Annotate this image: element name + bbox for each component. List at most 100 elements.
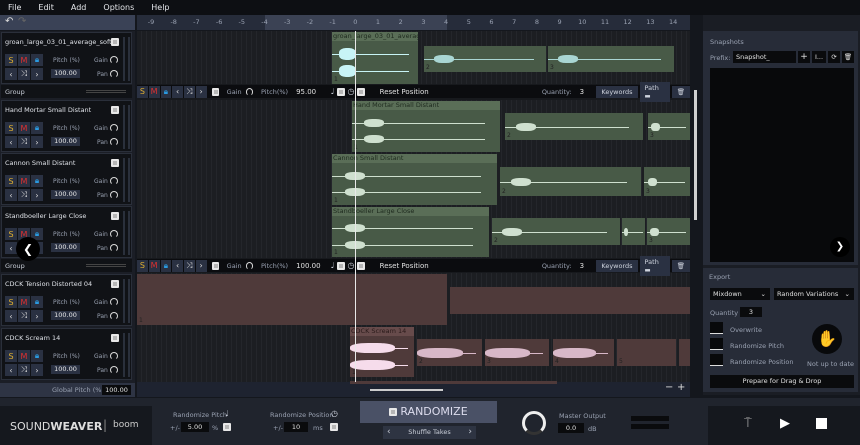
export-quantity-input[interactable]: 3 <box>740 307 762 317</box>
audio-clip[interactable]: CDCK Scream 14 1 <box>350 327 414 377</box>
audio-clip[interactable]: 2 <box>500 167 641 196</box>
pitch-input[interactable]: 100.00 <box>51 69 80 78</box>
gain-knob[interactable] <box>110 56 118 64</box>
keywords-button[interactable]: Keywords <box>596 85 638 98</box>
lock-icon[interactable]: 🔒︎ <box>160 85 172 98</box>
redo-icon[interactable]: ↷ <box>18 16 26 27</box>
gain-knob[interactable] <box>245 87 253 96</box>
audio-clip[interactable]: Cannon Small Distant 1 <box>332 154 497 205</box>
next-take-icon[interactable]: › <box>31 310 43 322</box>
dice-icon[interactable] <box>111 106 119 114</box>
next-take-icon[interactable]: › <box>31 68 43 80</box>
shuffle-icon[interactable]: ⤨ <box>184 85 195 98</box>
shuffle-icon[interactable]: ⤨ <box>18 189 30 201</box>
audio-clip[interactable]: 4 <box>553 339 614 366</box>
mute-button[interactable]: M <box>148 85 160 98</box>
audio-clip[interactable] <box>622 218 645 245</box>
pan-knob[interactable] <box>110 70 118 78</box>
gain-knob[interactable] <box>245 261 253 270</box>
gain-knob[interactable] <box>110 298 118 306</box>
dice-icon[interactable] <box>211 87 219 96</box>
mute-button[interactable]: M <box>18 296 30 308</box>
audio-clip[interactable]: 5 <box>617 339 676 366</box>
pitch-input[interactable]: 100.00 <box>51 311 80 320</box>
prev-take-icon[interactable]: ‹ <box>5 364 17 376</box>
prev-take-icon[interactable]: ‹ <box>5 310 17 322</box>
prev-take-icon[interactable]: ‹ <box>5 68 17 80</box>
mute-button[interactable]: M <box>18 175 30 187</box>
playhead-marker-icon[interactable]: ⍑ <box>744 416 752 431</box>
group-header[interactable]: Group <box>1 85 132 98</box>
prepare-drag-drop-button[interactable]: Prepare for Drag & Drop <box>710 375 854 388</box>
horizontal-scrollbar[interactable]: − + <box>137 382 690 397</box>
next-take-icon[interactable]: › <box>31 136 43 148</box>
shuffle-icon[interactable]: ⤨ <box>184 259 195 272</box>
reset-position-button[interactable]: Reset Position <box>380 88 534 96</box>
pan-knob[interactable] <box>110 366 118 374</box>
scroll-thumb[interactable] <box>370 389 443 391</box>
timeline-ruler[interactable]: -9 -8 -7 -6 -5 -4 -3 -2 -1 0 1 2 3 4 5 6 7 8 9 10 11 12 13 14 <box>137 15 690 30</box>
lock-icon[interactable]: 🔒︎ <box>31 122 43 134</box>
quantity-input[interactable]: 3 <box>580 262 591 270</box>
solo-button[interactable]: S <box>5 122 17 134</box>
mute-button[interactable]: M <box>148 259 160 272</box>
dice-icon[interactable] <box>111 38 119 46</box>
prev-take-icon[interactable]: ‹ <box>5 189 17 201</box>
prev-mode-icon[interactable]: ‹ <box>387 426 391 439</box>
lock-icon[interactable]: 🔒︎ <box>31 54 43 66</box>
master-output-input[interactable]: 0.0 <box>558 423 584 433</box>
global-pitch-input[interactable]: 100.00 <box>102 385 131 395</box>
mute-button[interactable]: M <box>18 54 30 66</box>
pan-knob[interactable] <box>110 191 118 199</box>
dice-icon[interactable] <box>337 261 345 270</box>
shuffle-icon[interactable]: ⤨ <box>18 68 30 80</box>
zoom-in-icon[interactable]: + <box>677 382 685 393</box>
pan-knob[interactable] <box>110 312 118 320</box>
overwrite-checkbox[interactable] <box>710 322 723 334</box>
prev-take-icon[interactable]: ‹ <box>172 259 183 272</box>
lock-icon[interactable]: 🔒︎ <box>31 296 43 308</box>
prev-arrow-button[interactable]: ❮ <box>16 237 40 261</box>
playhead[interactable] <box>355 31 356 382</box>
trash-icon[interactable]: 🗑 <box>671 85 690 98</box>
audio-clip[interactable]: 2 <box>505 113 643 140</box>
audio-clip[interactable]: 3 <box>485 339 549 366</box>
shuffle-icon[interactable]: ⤨ <box>18 310 30 322</box>
prefix-input[interactable]: Snapshot_ <box>733 51 796 63</box>
trash-icon[interactable]: 🗑 <box>671 259 690 272</box>
prev-take-icon[interactable]: ‹ <box>5 136 17 148</box>
gain-knob[interactable] <box>110 352 118 360</box>
audio-clip[interactable]: 2 <box>492 218 620 245</box>
randomize-pitch-input[interactable]: 5.00 <box>181 422 209 432</box>
pitch-input[interactable]: 100.00 <box>51 137 80 146</box>
dice-icon[interactable] <box>211 261 219 270</box>
audio-clip[interactable]: 3 <box>648 113 690 140</box>
path-button[interactable]: Path ▬ <box>639 255 670 276</box>
audio-clip[interactable]: groan_large_03_01_average... 1 <box>332 32 418 84</box>
pitch-input[interactable]: 100.00 <box>51 190 80 199</box>
snapshot-list[interactable]: ❯ <box>710 68 854 262</box>
pitch-input[interactable]: 100.00 <box>51 365 80 374</box>
prev-take-icon[interactable]: ‹ <box>172 85 183 98</box>
dice-icon[interactable] <box>337 87 345 96</box>
mute-button[interactable]: M <box>18 350 30 362</box>
audio-clip[interactable]: 1 <box>137 274 447 325</box>
zoom-out-icon[interactable]: − <box>665 382 673 393</box>
shuffle-icon[interactable]: ⤨ <box>18 364 30 376</box>
solo-button[interactable]: S <box>5 228 17 240</box>
group-fader[interactable] <box>86 90 126 93</box>
dice-icon[interactable] <box>330 423 338 431</box>
menu-options[interactable]: Options <box>103 3 134 12</box>
lock-icon[interactable]: 🔒︎ <box>31 350 43 362</box>
next-take-icon[interactable]: › <box>195 259 207 272</box>
audio-clip[interactable]: 2 <box>417 339 482 366</box>
undo-icon[interactable]: ↶ <box>5 16 13 27</box>
gain-knob[interactable] <box>110 124 118 132</box>
solo-button[interactable]: S <box>5 350 17 362</box>
group-fader[interactable] <box>86 264 126 267</box>
pitch-input[interactable]: 100.00 <box>51 243 80 252</box>
vertical-scrollbar[interactable] <box>694 90 697 220</box>
pan-knob[interactable] <box>110 244 118 252</box>
gain-knob[interactable] <box>110 177 118 185</box>
solo-button[interactable]: S <box>5 54 17 66</box>
